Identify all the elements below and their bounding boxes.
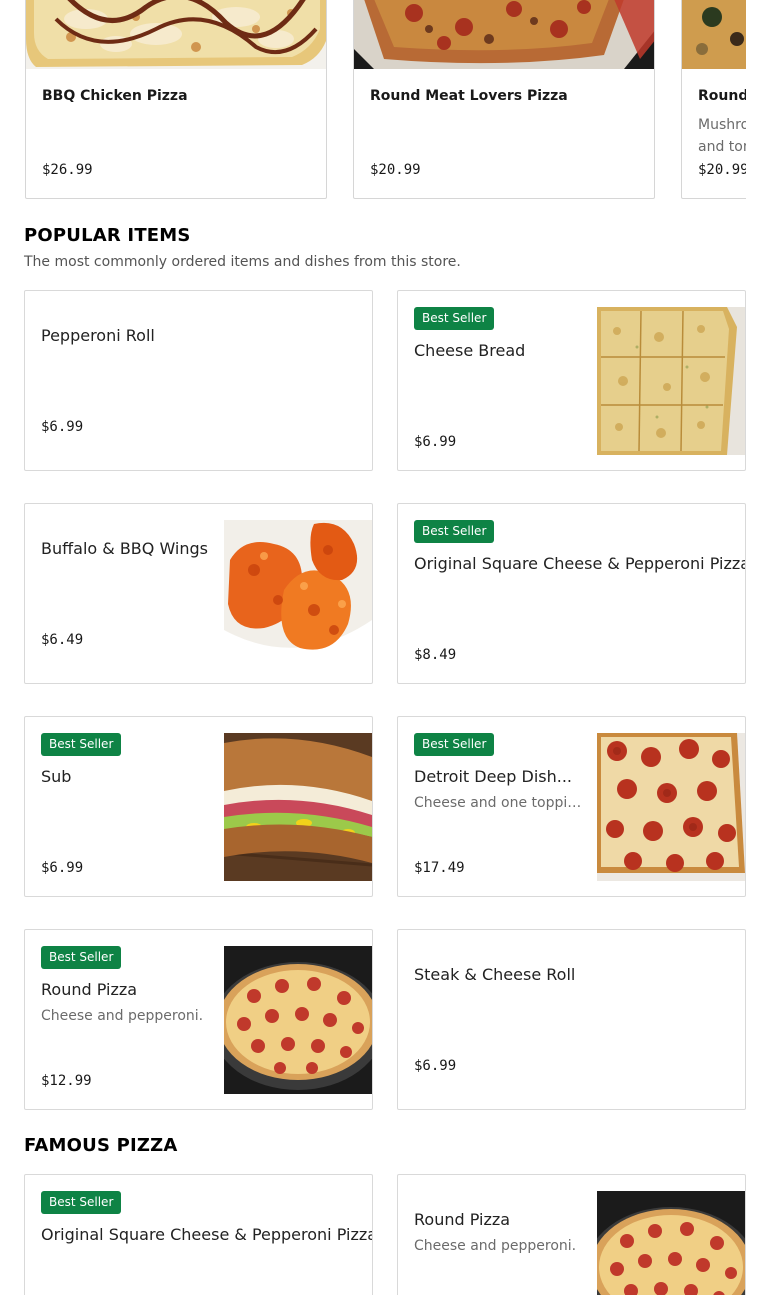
round-pizza-photo [224,946,372,1094]
veggie-pizza-photo [682,0,746,69]
round-pizza-photo [597,1191,745,1295]
best-seller-badge: Best Seller [414,733,495,756]
menu-item-card[interactable]: Steak & Cheese Roll $6.99 [397,929,746,1110]
carousel-item-price: $20.99 [698,162,746,178]
menu-item-name: Round Pizza [41,980,138,999]
carousel-item-name: Round Meat Lovers Pizza [370,88,568,104]
meat-lovers-pizza-photo [354,0,654,69]
menu-item-price: $6.99 [414,1058,457,1074]
menu-item-card[interactable]: Best Seller Detroit Deep Dish... Cheese … [397,716,746,897]
carousel-item-name: Round Veggie Pizza [698,88,746,104]
menu-item-name: Round Pizza [414,1210,511,1229]
menu-item-name: Detroit Deep Dish... [414,767,573,786]
sub-sandwich-photo [224,733,372,881]
menu-item-card[interactable]: Best Seller Original Square Cheese & Pep… [24,1174,373,1295]
section-subtitle-popular-items: The most commonly ordered items and dish… [24,254,461,270]
menu-item-description: Cheese and one topping. [414,795,584,811]
menu-item-name: Original Square Cheese & Pepperoni Pizza [414,554,746,573]
menu-item-name: Buffalo & BBQ Wings [41,539,209,558]
menu-item-card[interactable]: Best Seller Round Pizza Cheese and peppe… [24,929,373,1110]
section-title-famous-pizza: FAMOUS PIZZA [24,1135,178,1156]
carousel-item-card[interactable]: Round Veggie Pizza Mushrooms, peppers, o… [681,0,746,199]
carousel-item-card[interactable]: BBQ Chicken Pizza $26.99 [25,0,327,199]
bbq-chicken-pizza-photo [26,0,326,69]
best-seller-badge: Best Seller [41,733,122,756]
menu-item-price: $6.99 [41,860,84,876]
menu-item-name: Steak & Cheese Roll [414,965,576,984]
best-seller-badge: Best Seller [41,1191,122,1214]
menu-item-name: Pepperoni Roll [41,326,155,345]
menu-item-card[interactable]: Pepperoni Roll $6.99 [24,290,373,471]
detroit-pizza-photo [597,733,745,881]
best-seller-badge: Best Seller [41,946,122,969]
menu-item-description: Cheese and pepperoni. [414,1238,577,1254]
featured-items-carousel: BBQ Chicken Pizza $26.99 Round Meat Love… [0,0,746,200]
carousel-item-name: BBQ Chicken Pizza [42,88,188,104]
menu-item-price: $8.49 [414,647,457,663]
menu-item-name: Sub [41,767,72,786]
wings-photo [224,520,372,668]
carousel-item-price: $20.99 [370,162,421,178]
best-seller-badge: Best Seller [414,520,495,543]
menu-item-card[interactable]: Best Seller Cheese Bread $6.99 [397,290,746,471]
carousel-item-card[interactable]: Round Meat Lovers Pizza $20.99 [353,0,655,199]
carousel-item-description: Mushrooms, peppers, onions, olives, and … [698,117,746,155]
menu-item-price: $6.99 [41,419,84,435]
menu-item-card[interactable]: Best Seller Original Square Cheese & Pep… [397,503,746,684]
cheese-bread-photo [597,307,745,455]
menu-item-card[interactable]: Round Pizza Cheese and pepperoni. [397,1174,746,1295]
menu-item-price: $6.99 [414,434,457,450]
menu-item-card[interactable]: Best Seller Sub $6.99 [24,716,373,897]
menu-item-price: $6.49 [41,632,84,648]
best-seller-badge: Best Seller [414,307,495,330]
menu-item-description: Cheese and pepperoni. [41,1008,204,1024]
section-title-popular-items: POPULAR ITEMS [24,225,191,246]
menu-item-name: Cheese Bread [414,341,526,360]
menu-item-price: $17.49 [414,860,465,876]
menu-item-name: Original Square Cheese & Pepperoni Pizza [41,1225,373,1244]
carousel-item-price: $26.99 [42,162,93,178]
menu-item-card[interactable]: Buffalo & BBQ Wings $6.49 [24,503,373,684]
menu-item-price: $12.99 [41,1073,92,1089]
